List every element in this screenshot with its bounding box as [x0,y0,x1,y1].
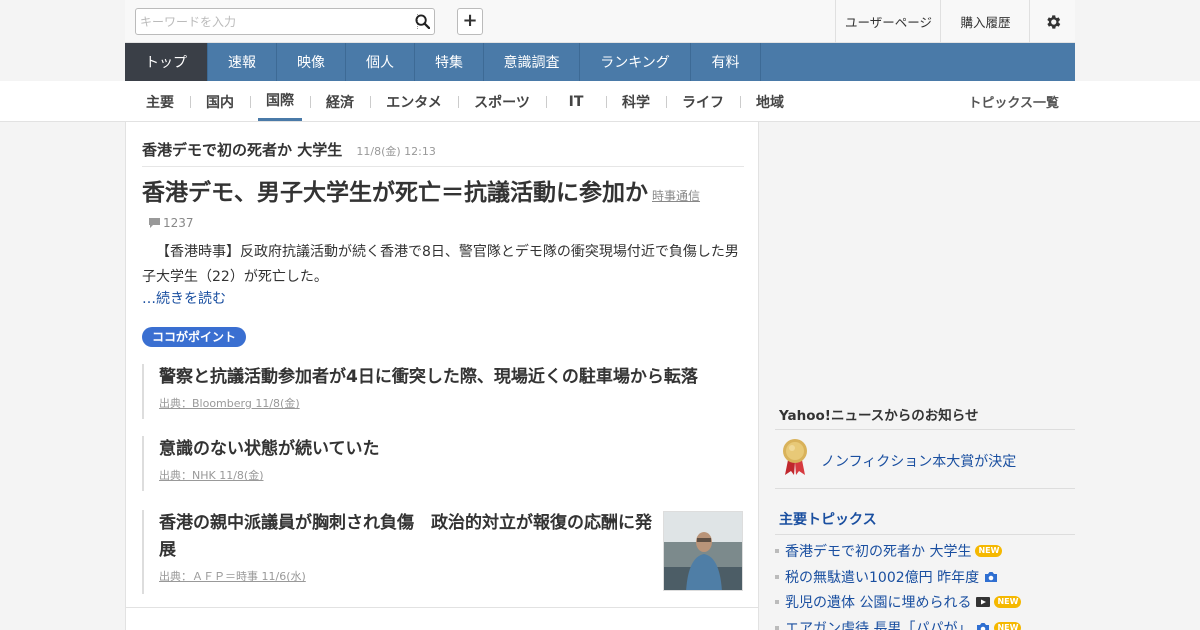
subnav-item-sports[interactable]: スポーツ [468,81,536,122]
topic-item[interactable]: エアガン虐待 長男「パパが」 NEW [775,618,1022,630]
point-item[interactable]: 意識のない状態が続いていた 出典：NHK 11/8(金) [142,436,744,491]
subnav-divider [370,96,371,108]
subnav-item-it[interactable]: IT [556,81,596,122]
notice-title: Yahoo!ニュースからのお知らせ [779,408,979,424]
bullet [775,575,779,579]
video-icon [976,596,991,608]
article-title-text[interactable]: 香港デモ、男子大学生が死亡＝抗議活動に参加か [142,180,648,206]
point-source[interactable]: 出典：NHK 11/8(金) [159,467,744,483]
topic-item[interactable]: 乳児の遺体 公園に埋められる NEW [775,592,1022,612]
point-thumbnail-image[interactable] [663,511,743,591]
point-item[interactable]: 香港の親中派議員が胸刺され負傷 政治的対立が報復の応酬に発展 出典：ＡＦＰ＝時事… [142,510,656,594]
new-badge: NEW [994,596,1022,608]
topics-list-link[interactable]: トピックス一覧 [968,81,1059,122]
major-topics-title[interactable]: 主要トピックス [779,509,877,529]
subnav-divider [190,96,191,108]
article-summary: 【香港時事】反政府抗議活動が続く香港で8日、警官隊とデモ隊の衝突現場付近で負傷し… [142,244,739,285]
purchase-history-link[interactable]: 購入履歴 [940,0,1030,43]
nav-tab-top[interactable]: トップ [125,43,208,81]
point-title[interactable]: 香港の親中派議員が胸刺され負傷 政治的対立が報復の応酬に発展 [159,510,656,564]
headline-date: 11/8(金) 12:13 [356,145,436,158]
point-source[interactable]: 出典：Bloomberg 11/8(金) [159,395,744,411]
comment-count-link[interactable]: 1237 [148,216,194,230]
topic-headline: 香港デモで初の死者か 大学生 [142,141,343,159]
nav-tab-video[interactable]: 映像 [277,43,346,81]
topic-text[interactable]: 乳児の遺体 公園に埋められる [785,592,971,612]
topics-divider [775,534,1075,535]
point-badge: ココがポイント [142,327,247,347]
user-page-link[interactable]: ユーザーページ [835,0,941,43]
subnav-divider [250,96,251,108]
nav-tab-paid[interactable]: 有料 [691,43,761,81]
camera-icon [976,622,990,630]
subnav-item-local[interactable]: 地域 [750,81,790,122]
topic-text[interactable]: エアガン虐待 長男「パパが」 [785,618,971,630]
nav-tab-ranking[interactable]: ランキング [580,43,691,81]
subnav-item-science[interactable]: 科学 [616,81,656,122]
bullet [775,600,779,604]
nav-tab-feature[interactable]: 特集 [415,43,484,81]
article-title[interactable]: 香港デモ、男子大学生が死亡＝抗議活動に参加か 時事通信 [142,177,742,212]
subnav-item-domestic[interactable]: 国内 [200,81,240,122]
nav-tab-breaking[interactable]: 速報 [208,43,277,81]
main-nav: トップ 速報 映像 個人 特集 意識調査 ランキング 有料 [125,43,1075,81]
subnav-item-main[interactable]: 主要 [140,81,180,122]
subnav-item-international[interactable]: 国際 [258,81,302,121]
page: + ユーザーページ 購入履歴 トップ 速報 映像 個人 特集 意識調査 ランキン… [0,0,1200,630]
subnav-divider [666,96,667,108]
bullet [775,549,779,553]
notice-box: ノンフィクション本大賞が決定 [775,429,1075,489]
topic-text[interactable]: 香港デモで初の死者か 大学生 [785,541,971,561]
read-more-link[interactable]: …続きを読む [142,288,226,308]
medal-icon [783,439,807,475]
article-panel: 香港デモで初の死者か 大学生 11/8(金) 12:13 香港デモ、男子大学生が… [125,122,759,608]
search-icon [414,14,430,29]
comment-count: 1237 [163,216,194,230]
subnav-divider [310,96,311,108]
top-bar: + ユーザーページ 購入履歴 [125,0,1075,43]
point-title[interactable]: 意識のない状態が続いていた [159,436,744,463]
subnav-item-economy[interactable]: 経済 [320,81,360,122]
nav-tab-survey[interactable]: 意識調査 [484,43,580,81]
subnav-divider [546,96,547,108]
subnav-item-entertainment[interactable]: エンタメ [380,81,448,122]
nav-tab-individual[interactable]: 個人 [346,43,415,81]
search-box [135,8,435,35]
add-button[interactable]: + [457,8,483,35]
comment-icon [149,218,160,228]
notice-link[interactable]: ノンフィクション本大賞が決定 [821,451,1016,471]
new-badge: NEW [975,545,1003,557]
new-badge: NEW [994,622,1022,630]
point-item[interactable]: 警察と抗議活動参加者が4日に衝突した際、現場近くの駐車場から転落 出典：Bloo… [142,364,744,419]
sub-nav: 主要 国内 国際 経済 エンタメ スポーツ IT 科学 ライフ 地域 トピックス… [0,81,1200,122]
topic-text[interactable]: 税の無駄遣い1002億円 昨年度 [785,567,979,587]
search-button[interactable] [412,11,432,32]
settings-button[interactable] [1029,0,1075,43]
article-source[interactable]: 時事通信 [652,189,700,203]
headline-row: 香港デモで初の死者か 大学生 11/8(金) 12:13 [142,139,744,167]
topic-item[interactable]: 香港デモで初の死者か 大学生 NEW [775,541,1003,561]
camera-icon [984,571,998,583]
point-title[interactable]: 警察と抗議活動参加者が4日に衝突した際、現場近くの駐車場から転落 [159,364,744,391]
bullet [775,626,779,630]
point-source[interactable]: 出典：ＡＦＰ＝時事 11/6(水) [159,568,656,584]
subnav-divider [740,96,741,108]
subnav-divider [458,96,459,108]
subnav-item-life[interactable]: ライフ [676,81,730,122]
article-panel-footer [125,608,759,630]
ad-area [775,122,1075,392]
photo-image [664,512,742,590]
search-input[interactable] [140,12,410,32]
gear-icon [1046,14,1060,29]
subnav-divider [606,96,607,108]
topic-item[interactable]: 税の無駄遣い1002億円 昨年度 [775,567,998,587]
